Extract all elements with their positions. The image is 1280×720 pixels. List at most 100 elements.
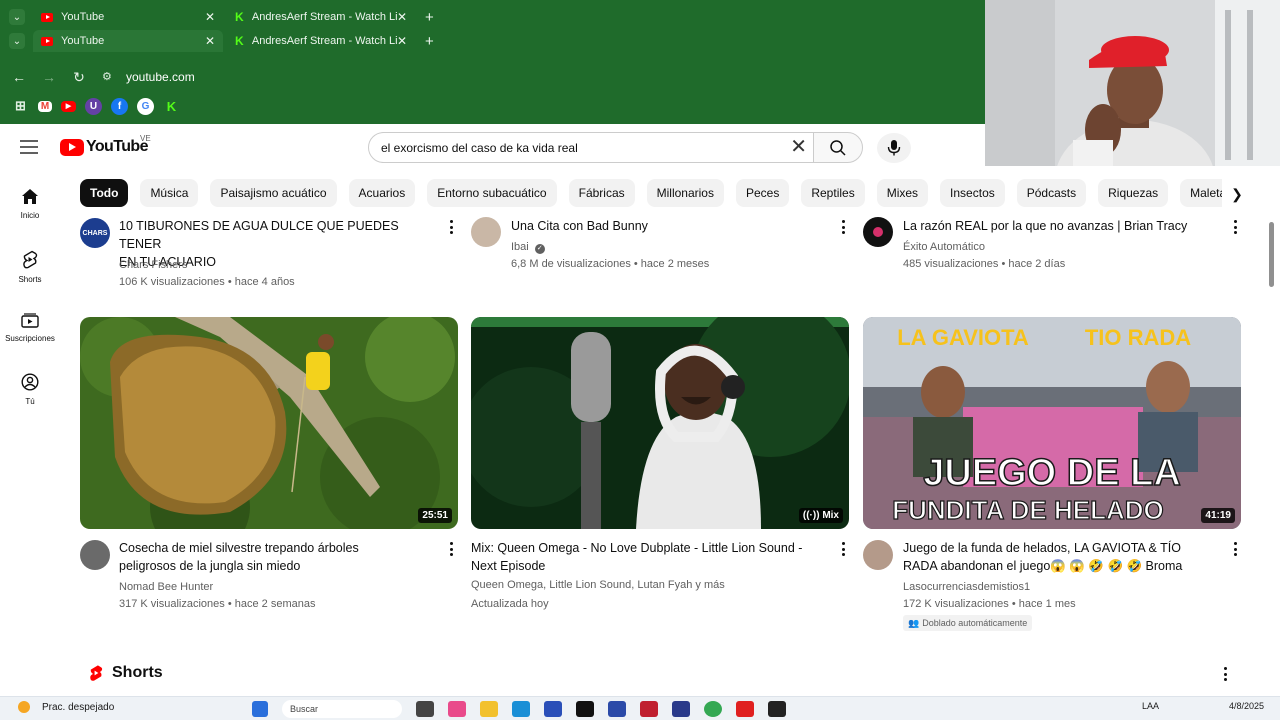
channel-avatar[interactable]: CHARS bbox=[80, 218, 110, 248]
back-arrow-icon[interactable]: ← bbox=[4, 69, 34, 85]
file-explorer-icon[interactable] bbox=[480, 701, 498, 717]
close-tab-icon[interactable]: ✕ bbox=[205, 10, 215, 24]
video-title[interactable]: Mix: Queen Omega - No Love Dubplate - Li… bbox=[471, 539, 821, 575]
youtube-logo[interactable]: YouTube VE bbox=[60, 134, 151, 156]
more-options-icon[interactable] bbox=[448, 542, 454, 556]
search-button[interactable] bbox=[813, 132, 863, 163]
youtube-bookmark-icon[interactable]: ▶ bbox=[61, 100, 76, 112]
clear-search-icon[interactable]: ✕ bbox=[790, 136, 807, 158]
more-options-icon[interactable] bbox=[1232, 542, 1238, 556]
close-tab-icon[interactable]: ✕ bbox=[397, 34, 407, 48]
chip-paisajismo-acuatico[interactable]: Paisajismo acuático bbox=[210, 179, 337, 207]
language-indicator[interactable]: LAA bbox=[1142, 701, 1159, 711]
tab-youtube-ghost[interactable]: YouTube ✕ bbox=[33, 6, 223, 28]
apps-grid-icon[interactable]: ⊞ bbox=[12, 98, 29, 115]
dubbed-icon: 👥 bbox=[908, 617, 920, 628]
voice-search-button[interactable] bbox=[877, 133, 911, 163]
chip-millonarios[interactable]: Millonarios bbox=[646, 179, 724, 207]
tab-search-button[interactable]: ⌄ bbox=[9, 9, 25, 25]
edge-icon[interactable] bbox=[512, 701, 530, 717]
search-query: el exorcismo del caso de ka vida real bbox=[381, 140, 578, 155]
chevron-right-icon[interactable]: ❯ bbox=[1222, 179, 1252, 209]
chip-peces[interactable]: Peces bbox=[735, 179, 790, 207]
channel-name[interactable]: Éxito Automático bbox=[903, 239, 985, 256]
page-scrollbar[interactable] bbox=[1268, 200, 1276, 690]
tab-kick-ghost[interactable]: K AndresAerf Stream - Watch Live on Kick… bbox=[227, 6, 415, 28]
sidebar-item-subscriptions[interactable]: Suscripciones bbox=[0, 312, 60, 343]
sidebar-item-you[interactable]: Tú bbox=[0, 373, 60, 406]
app-icon[interactable] bbox=[640, 701, 658, 717]
channel-avatar[interactable] bbox=[471, 217, 501, 247]
facebook-icon[interactable]: f bbox=[111, 97, 128, 115]
clock-date[interactable]: 4/8/2025 bbox=[1229, 701, 1264, 711]
store-icon[interactable] bbox=[544, 701, 562, 717]
menu-icon[interactable] bbox=[20, 140, 38, 154]
start-icon[interactable] bbox=[252, 701, 268, 717]
channel-name[interactable]: Lasocurrenciasdemistios1 bbox=[903, 579, 1030, 596]
more-options-icon[interactable] bbox=[448, 220, 454, 234]
video-title[interactable]: La razón REAL por la que no avanzas | Br… bbox=[903, 217, 1219, 235]
tab-title: AndresAerf Stream - Watch Live on Kick bbox=[251, 11, 397, 23]
tab-youtube[interactable]: YouTube ✕ bbox=[33, 30, 223, 52]
chip-acuarios[interactable]: Acuarios bbox=[348, 179, 416, 207]
app-icon[interactable] bbox=[576, 701, 594, 717]
chip-entorno-subacuatico[interactable]: Entorno subacuático bbox=[427, 179, 557, 207]
more-options-icon[interactable] bbox=[840, 220, 846, 234]
reload-icon[interactable]: ↻ bbox=[64, 69, 94, 86]
shorts-title: Shorts bbox=[112, 664, 163, 681]
chip-riquezas[interactable]: Riquezas bbox=[1098, 179, 1169, 207]
taskbar-search[interactable]: Buscar bbox=[282, 700, 402, 718]
tab-search-button[interactable]: ⌄ bbox=[9, 33, 25, 49]
search-input[interactable]: el exorcismo del caso de ka vida real ✕ bbox=[368, 132, 814, 163]
video-title[interactable]: Cosecha de miel silvestre trepando árbol… bbox=[119, 539, 435, 575]
app-icon[interactable] bbox=[448, 701, 466, 717]
svg-text:LA GAVIOTA: LA GAVIOTA bbox=[897, 325, 1029, 350]
gmail-icon[interactable]: M bbox=[38, 100, 52, 112]
chip-podcasts[interactable]: Pódcasts bbox=[1016, 179, 1087, 207]
video-thumbnail[interactable]: ((·)) Mix bbox=[471, 317, 849, 529]
kick-bookmark-icon[interactable]: K bbox=[163, 98, 180, 115]
google-icon[interactable]: G bbox=[137, 97, 154, 115]
weather-icon bbox=[18, 701, 30, 713]
new-tab-icon[interactable]: + bbox=[425, 9, 434, 26]
app-icon[interactable] bbox=[672, 701, 690, 717]
more-options-icon[interactable] bbox=[840, 542, 846, 556]
close-tab-icon[interactable]: ✕ bbox=[397, 10, 407, 24]
more-options-icon[interactable] bbox=[1222, 667, 1228, 681]
channel-avatar[interactable] bbox=[863, 540, 893, 570]
new-tab-icon[interactable]: + bbox=[425, 33, 434, 50]
chip-musica[interactable]: Música bbox=[140, 179, 199, 207]
channel-name[interactable]: Nomad Bee Hunter bbox=[119, 579, 213, 596]
app-icon[interactable] bbox=[608, 701, 626, 717]
site-info-icon[interactable]: ⚙ bbox=[102, 70, 116, 84]
video-title[interactable]: Juego de la funda de helados, LA GAVIOTA… bbox=[903, 539, 1219, 575]
chip-insectos[interactable]: Insectos bbox=[940, 179, 1005, 207]
video-thumbnail[interactable]: 25:51 bbox=[80, 317, 458, 529]
video-title[interactable]: Una Cita con Bad Bunny bbox=[511, 217, 827, 235]
tab-kick[interactable]: K AndresAerf Stream - Watch Live on Kick… bbox=[227, 30, 415, 52]
chip-todo[interactable]: Todo bbox=[80, 179, 129, 207]
sidebar-item-shorts[interactable]: Shorts bbox=[0, 250, 60, 284]
chip-reptiles[interactable]: Reptiles bbox=[801, 179, 865, 207]
close-tab-icon[interactable]: ✕ bbox=[205, 34, 215, 48]
video-stats: Actualizada hoy bbox=[471, 598, 549, 610]
channel-avatar[interactable] bbox=[80, 540, 110, 570]
chip-fabricas[interactable]: Fábricas bbox=[568, 179, 635, 207]
forward-arrow-icon[interactable]: → bbox=[34, 69, 64, 85]
video-thumbnail[interactable]: LA GAVIOTA TIO RADA JUEGO DE LA FUNDITA … bbox=[863, 317, 1241, 529]
chrome-icon[interactable] bbox=[704, 701, 722, 717]
channel-avatar[interactable] bbox=[863, 217, 893, 247]
scrollbar-thumb[interactable] bbox=[1269, 222, 1274, 287]
chip-mixes[interactable]: Mixes bbox=[876, 179, 929, 207]
app-icon[interactable] bbox=[768, 701, 786, 717]
sidebar-item-home[interactable]: Inicio bbox=[0, 188, 60, 220]
channel-name[interactable]: Chars Fishers bbox=[119, 257, 187, 274]
channel-name[interactable]: Ibai ✓ bbox=[511, 239, 545, 256]
app-icon[interactable] bbox=[736, 701, 754, 717]
url-bar[interactable]: ⚙ youtube.com bbox=[102, 63, 962, 91]
channel-name[interactable]: Queen Omega, Little Lion Sound, Lutan Fy… bbox=[471, 577, 725, 594]
task-view-icon[interactable] bbox=[416, 701, 434, 717]
twitch-like-icon[interactable]: U bbox=[85, 97, 102, 115]
more-options-icon[interactable] bbox=[1232, 220, 1238, 234]
weather-widget[interactable]: Prac. despejado bbox=[18, 701, 114, 713]
